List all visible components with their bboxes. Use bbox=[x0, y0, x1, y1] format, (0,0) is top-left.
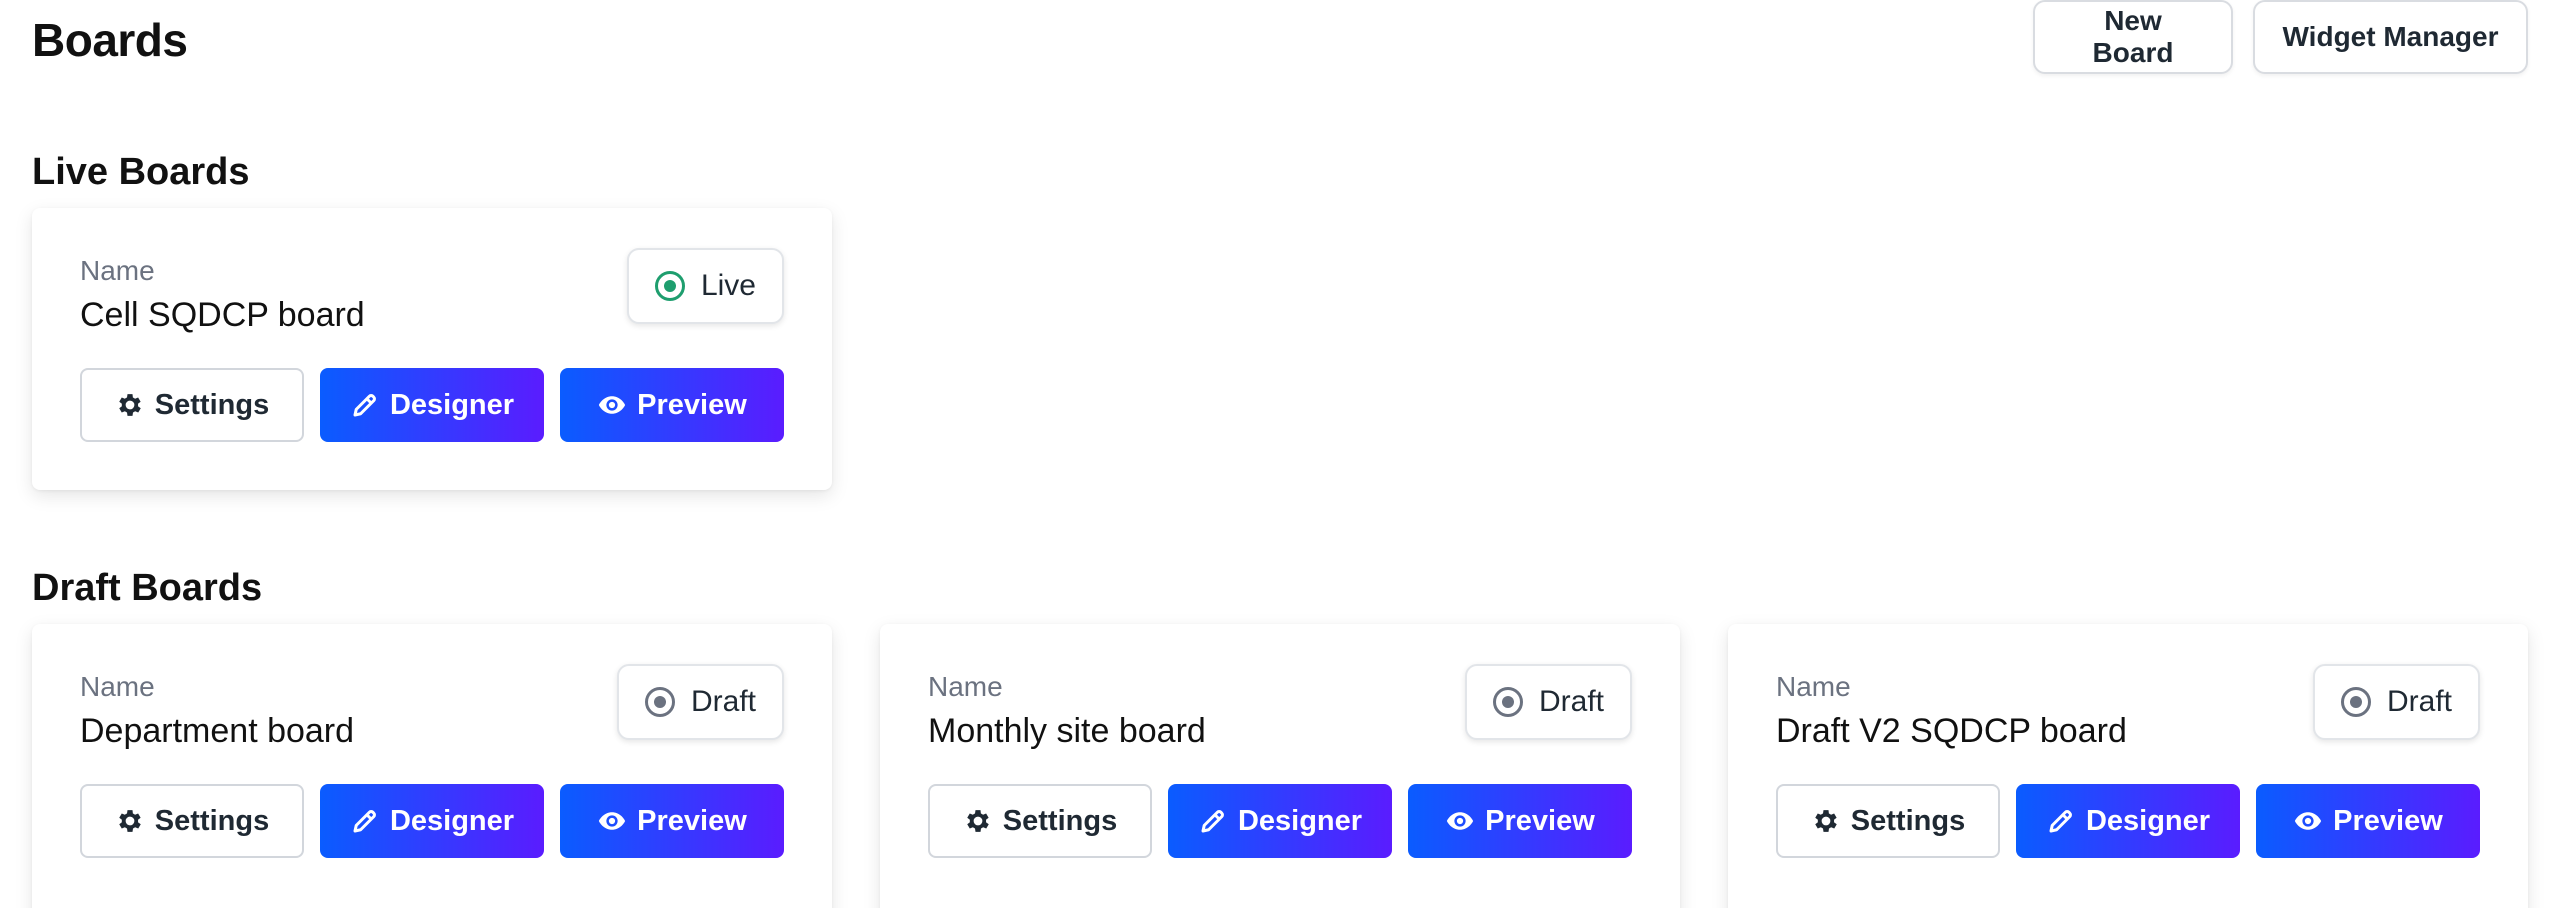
status-badge: Draft bbox=[616, 664, 784, 740]
settings-button[interactable]: Settings bbox=[80, 368, 304, 442]
designer-label: Designer bbox=[389, 388, 515, 421]
board-name: Department board bbox=[80, 712, 355, 750]
status-label: Draft bbox=[2386, 685, 2452, 718]
status-badge: Live bbox=[626, 248, 784, 324]
designer-button[interactable]: Designer bbox=[320, 784, 544, 858]
board-name: Cell SQDCP board bbox=[80, 296, 365, 334]
header-actions: New Board Widget Manager bbox=[2033, 0, 2528, 74]
board-card-monthly-site: Name Monthly site board Draft Settings D… bbox=[880, 624, 1680, 908]
draft-boards-heading: Draft Boards bbox=[32, 567, 263, 609]
settings-button[interactable]: Settings bbox=[928, 784, 1152, 858]
board-card-department: Name Department board Draft Settings Des… bbox=[32, 624, 832, 908]
boards-page: Boards New Board Widget Manager Live Boa… bbox=[0, 0, 2560, 908]
live-boards-heading: Live Boards bbox=[32, 151, 250, 193]
page-title: Boards bbox=[32, 14, 188, 66]
new-board-button[interactable]: New Board bbox=[2033, 0, 2233, 74]
preview-label: Preview bbox=[1485, 804, 1595, 837]
preview-button[interactable]: Preview bbox=[560, 368, 784, 442]
pencil-icon bbox=[1198, 806, 1228, 836]
preview-button[interactable]: Preview bbox=[2256, 784, 2480, 858]
status-badge: Draft bbox=[2312, 664, 2480, 740]
eye-icon bbox=[597, 390, 627, 420]
designer-label: Designer bbox=[1237, 804, 1363, 837]
status-label: Live bbox=[700, 269, 756, 302]
board-name-label: Name bbox=[1776, 671, 1851, 702]
board-name-label: Name bbox=[80, 671, 155, 702]
settings-button[interactable]: Settings bbox=[80, 784, 304, 858]
settings-label: Settings bbox=[1002, 804, 1118, 837]
board-actions: Settings Designer Preview bbox=[928, 784, 1632, 858]
designer-button[interactable]: Designer bbox=[2016, 784, 2240, 858]
gear-icon bbox=[1811, 806, 1841, 836]
radio-dot-icon bbox=[2340, 687, 2371, 717]
gear-icon bbox=[115, 390, 145, 420]
settings-label: Settings bbox=[154, 804, 270, 837]
radio-dot-icon bbox=[1492, 687, 1523, 717]
radio-dot-icon bbox=[644, 687, 675, 717]
board-actions: Settings Designer Preview bbox=[80, 368, 784, 442]
gear-icon bbox=[963, 806, 993, 836]
preview-button[interactable]: Preview bbox=[1408, 784, 1632, 858]
preview-button[interactable]: Preview bbox=[560, 784, 784, 858]
board-name: Monthly site board bbox=[928, 712, 1206, 750]
preview-label: Preview bbox=[637, 388, 747, 421]
settings-label: Settings bbox=[1850, 804, 1966, 837]
pencil-icon bbox=[2046, 806, 2076, 836]
board-actions: Settings Designer Preview bbox=[1776, 784, 2480, 858]
board-name-label: Name bbox=[928, 671, 1003, 702]
preview-label: Preview bbox=[637, 804, 747, 837]
status-label: Draft bbox=[690, 685, 756, 718]
gear-icon bbox=[115, 806, 145, 836]
board-name-label: Name bbox=[80, 255, 155, 286]
pencil-icon bbox=[350, 806, 380, 836]
settings-button[interactable]: Settings bbox=[1776, 784, 2000, 858]
board-actions: Settings Designer Preview bbox=[80, 784, 784, 858]
designer-label: Designer bbox=[2085, 804, 2211, 837]
pencil-icon bbox=[350, 390, 380, 420]
designer-label: Designer bbox=[389, 804, 515, 837]
board-name: Draft V2 SQDCP board bbox=[1776, 712, 2127, 750]
designer-button[interactable]: Designer bbox=[1168, 784, 1392, 858]
radio-dot-icon bbox=[654, 271, 685, 301]
settings-label: Settings bbox=[154, 388, 270, 421]
status-badge: Draft bbox=[1464, 664, 1632, 740]
eye-icon bbox=[1445, 806, 1475, 836]
status-label: Draft bbox=[1538, 685, 1604, 718]
board-card-draft-v2-sqdcp: Name Draft V2 SQDCP board Draft Settings… bbox=[1728, 624, 2528, 908]
eye-icon bbox=[597, 806, 627, 836]
preview-label: Preview bbox=[2333, 804, 2443, 837]
board-card-cell-sqdcp: Name Cell SQDCP board Live Settings Desi… bbox=[32, 208, 832, 490]
designer-button[interactable]: Designer bbox=[320, 368, 544, 442]
eye-icon bbox=[2293, 806, 2323, 836]
widget-manager-button[interactable]: Widget Manager bbox=[2253, 0, 2528, 74]
